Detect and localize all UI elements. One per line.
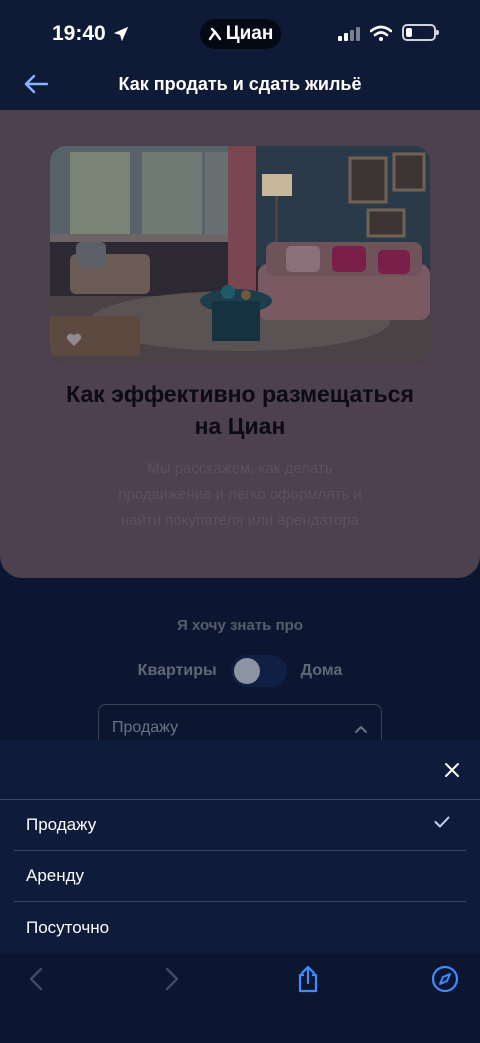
share-icon (298, 965, 318, 993)
option-label: Аренду (26, 866, 85, 885)
heart-icon (66, 333, 82, 346)
select-value: Продажу (112, 719, 179, 736)
status-indicators (338, 24, 439, 41)
favorite-heart-button[interactable] (60, 326, 88, 354)
back-to-app-pill[interactable]: Циан (200, 19, 281, 49)
option-daily[interactable]: Посуточно (14, 902, 466, 953)
app-name: Циан (225, 23, 274, 44)
living-room-illustration (50, 146, 430, 363)
browser-forward-button[interactable] (156, 963, 188, 995)
chevron-right-icon (165, 967, 179, 991)
close-button[interactable] (440, 758, 464, 782)
share-button[interactable] (292, 963, 324, 995)
filter-label: Я хочу знать про (177, 617, 303, 634)
nav-header: Как продать и сдать жильё (0, 60, 480, 110)
signal-icon (338, 25, 360, 41)
compass-icon (431, 965, 459, 993)
browser-back-button[interactable] (20, 963, 52, 995)
toggle-knob (233, 658, 260, 684)
option-label: Продажу (26, 815, 97, 834)
chevron-up-icon (355, 725, 367, 733)
safari-button[interactable] (429, 963, 461, 995)
battery-icon (402, 24, 439, 41)
article-card: Как эффективно размещаться на Циан Мы ра… (0, 110, 480, 578)
hero-image (50, 146, 430, 363)
article-description: Мы расскажем, как делать продвижение и л… (118, 460, 362, 529)
toggle-label-apartments: Квартиры (137, 662, 217, 679)
wifi-icon (370, 25, 392, 41)
property-type-toggle-row: Квартиры Дома (0, 655, 480, 687)
option-sale[interactable]: Продажу (14, 800, 466, 851)
article-title: Как эффективно размещаться на Циан (66, 381, 414, 439)
close-icon (445, 763, 459, 777)
toggle-label-houses: Дома (300, 662, 343, 679)
browser-toolbar (0, 953, 480, 1043)
cian-logo-icon (208, 27, 221, 41)
option-label: Посуточно (26, 917, 110, 937)
status-time: 19:40 (52, 22, 130, 46)
option-rent[interactable]: Аренду (14, 851, 466, 902)
page-title: Как продать и сдать жильё (118, 74, 362, 94)
chevron-left-icon (29, 967, 43, 991)
check-icon (434, 816, 450, 828)
bottom-sheet: Продажу Аренду Посуточно (0, 740, 480, 953)
property-type-toggle[interactable] (230, 655, 287, 687)
time-text: 19:40 (52, 22, 106, 45)
location-arrow-icon (113, 26, 128, 42)
